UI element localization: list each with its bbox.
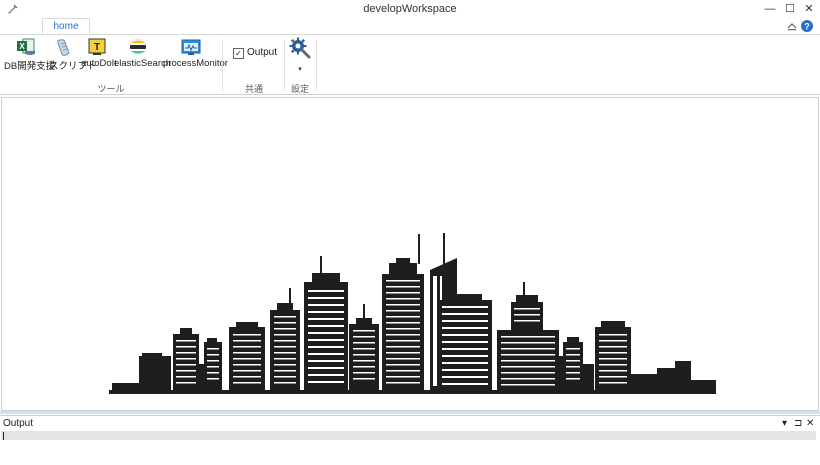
db-dev-support-button[interactable]: X DB開発支援	[4, 37, 56, 73]
script-icon	[57, 39, 70, 56]
db-dev-support-label: DB開発支援	[4, 61, 56, 72]
autodoit-icon: T	[88, 38, 106, 55]
tools-group-label: ツール	[97, 84, 125, 94]
elasticsearch-icon	[129, 38, 147, 56]
output-panel-title: Output	[3, 418, 34, 429]
group-divider	[222, 39, 223, 91]
svg-text:T: T	[94, 42, 100, 53]
ribbon: X DB開発支援 スクリプト T autoDoIt elasticSearch	[0, 35, 820, 95]
ribbon-corner-controls: ?	[787, 20, 813, 32]
help-icon[interactable]: ?	[801, 20, 813, 32]
elasticsearch-button[interactable]: elasticSearch	[114, 37, 172, 73]
script-button[interactable]: スクリプト	[49, 37, 97, 73]
group-divider	[316, 39, 317, 91]
process-monitor-label: processMonitor	[163, 58, 228, 69]
collapse-ribbon-icon[interactable]	[787, 23, 797, 31]
output-dropdown-icon[interactable]: ▾	[782, 418, 787, 429]
ribbon-tab-row: home ?	[0, 18, 820, 35]
output-pin-icon[interactable]: ⊐	[794, 418, 802, 429]
group-divider	[284, 39, 285, 91]
output-checkbox[interactable]: ✓ Output	[233, 47, 277, 59]
settings-group-label: 設定	[290, 84, 309, 94]
common-group-label: 共通	[244, 84, 263, 94]
city-skyline-image	[109, 233, 716, 394]
close-button[interactable]: ✕	[799, 1, 819, 17]
tab-home[interactable]: home	[42, 18, 90, 34]
text-caret	[3, 432, 4, 440]
svg-text:?: ?	[804, 22, 810, 32]
process-monitor-icon	[181, 39, 201, 55]
svg-text:X: X	[19, 42, 25, 51]
output-checkbox-label: Output	[247, 47, 278, 58]
minimize-button[interactable]: —	[760, 1, 780, 17]
panel-splitter[interactable]	[0, 411, 820, 414]
autodoit-label: autoDoIt	[81, 58, 117, 69]
window-title: developWorkspace	[363, 3, 457, 15]
settings-dropdown-icon[interactable]: ▾	[289, 65, 311, 73]
maximize-button[interactable]: ☐	[780, 1, 800, 17]
settings-button[interactable]: ▾	[289, 37, 311, 81]
process-monitor-button[interactable]: processMonitor	[163, 37, 228, 73]
excel-db-icon: X	[17, 38, 35, 55]
settings-gear-icon	[289, 37, 311, 59]
autodoit-button[interactable]: T autoDoIt	[81, 37, 117, 73]
main-document-area	[1, 97, 819, 411]
script-label: スクリプト	[49, 61, 97, 72]
output-text-area[interactable]	[1, 431, 816, 440]
elasticsearch-label: elasticSearch	[114, 58, 172, 69]
output-panel: Output ▾ ⊐ ✕	[0, 415, 820, 465]
title-bar: developWorkspace — ☐ ✕	[0, 0, 820, 18]
output-close-icon[interactable]: ✕	[806, 418, 814, 429]
output-checkbox-box[interactable]: ✓	[233, 48, 244, 59]
